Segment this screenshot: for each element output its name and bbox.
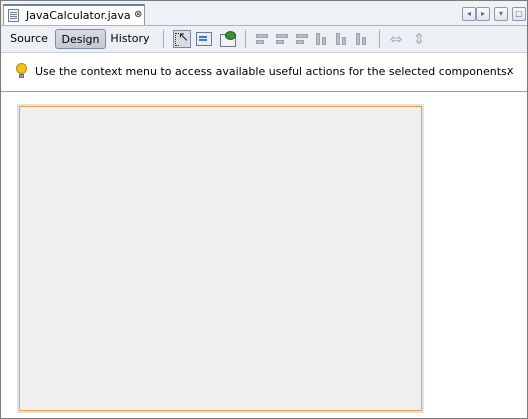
toolbar-separator: [163, 30, 164, 48]
align-bottom-icon[interactable]: [334, 31, 350, 47]
jframe-form[interactable]: [17, 104, 424, 413]
hint-text: Use the context menu to access available…: [35, 65, 511, 78]
change-horizontal-resizability-icon[interactable]: ⇔: [388, 31, 404, 47]
show-opened-documents-button[interactable]: ▾: [494, 7, 508, 21]
maximize-window-button[interactable]: □: [512, 7, 526, 21]
scroll-tabs-left-button[interactable]: ◂: [462, 7, 476, 21]
hint-close-button[interactable]: x: [507, 64, 514, 77]
preview-design-icon[interactable]: [219, 30, 237, 48]
lightbulb-icon: [16, 63, 28, 80]
jframe-content-pane[interactable]: [19, 106, 422, 411]
design-canvas[interactable]: [1, 92, 527, 418]
connection-mode-icon[interactable]: [195, 30, 213, 48]
tab-label: JavaCalculator.java: [26, 9, 131, 22]
toolbar-separator: [379, 30, 380, 48]
align-left-icon[interactable]: [254, 31, 270, 47]
design-view-button[interactable]: Design: [55, 29, 106, 49]
editor-window: JavaCalculator.java ⊗ ◂ ▸ ▾ □ Source Des…: [0, 0, 528, 419]
java-file-icon: [8, 9, 19, 22]
align-right-icon[interactable]: [274, 31, 290, 47]
source-view-button[interactable]: Source: [6, 29, 52, 49]
selection-mode-icon[interactable]: [173, 30, 191, 48]
center-vertically-icon[interactable]: [354, 31, 370, 47]
center-horizontally-icon[interactable]: [294, 31, 310, 47]
toolbar-separator: [245, 30, 246, 48]
align-top-icon[interactable]: [314, 31, 330, 47]
scroll-tabs-right-button[interactable]: ▸: [476, 7, 490, 21]
editor-tab-strip: JavaCalculator.java ⊗ ◂ ▸ ▾ □: [1, 1, 527, 26]
change-vertical-resizability-icon[interactable]: ⇕: [411, 31, 427, 47]
tab-close-icon[interactable]: ⊗: [134, 9, 142, 20]
form-editor-toolbar: Source Design History ⇔ ⇕: [1, 26, 527, 53]
editor-tab-javacalculator[interactable]: JavaCalculator.java ⊗: [3, 4, 145, 25]
hint-bar: Use the context menu to access available…: [1, 53, 527, 92]
history-view-button[interactable]: History: [108, 29, 152, 49]
